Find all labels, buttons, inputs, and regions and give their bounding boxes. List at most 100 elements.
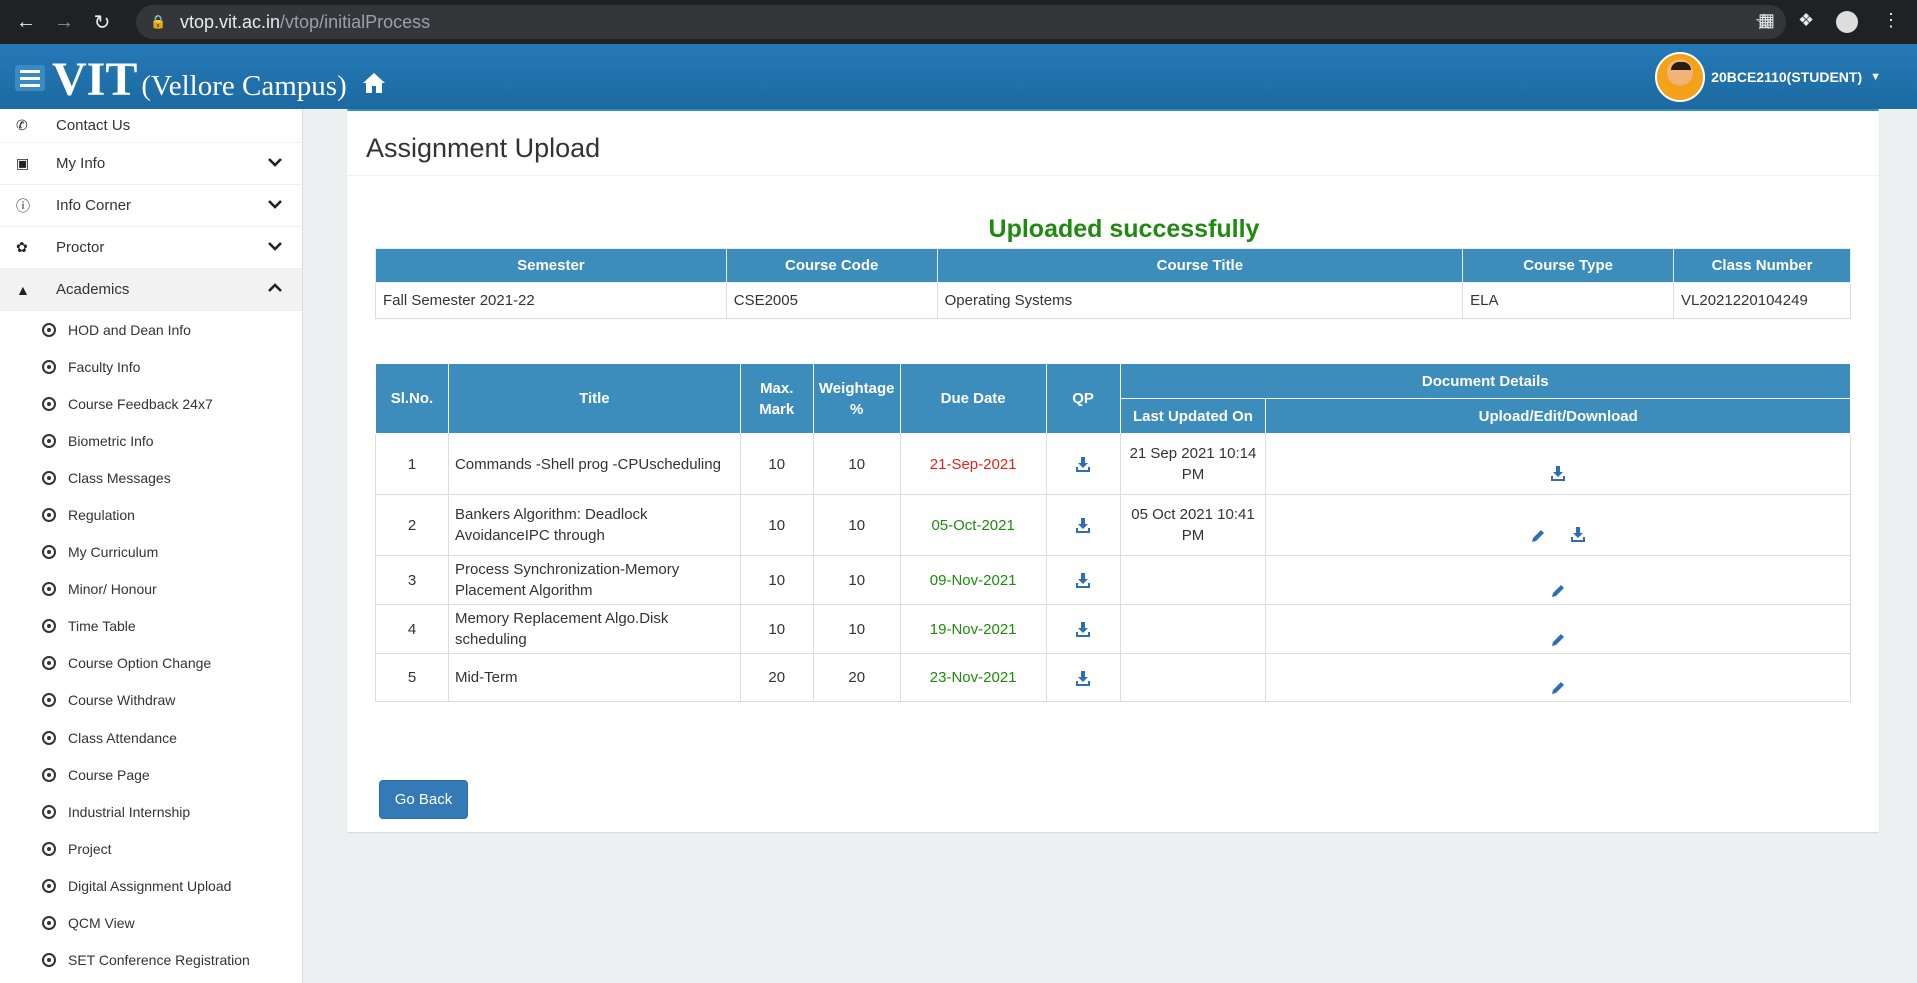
- user-menu[interactable]: 20BCE2110(STUDENT) ▼: [1655, 52, 1881, 102]
- sidebar-subitem[interactable]: Faculty Info: [0, 348, 302, 385]
- caret-down-icon: ▼: [1870, 71, 1881, 83]
- course-title-cell: Operating Systems: [936, 282, 1464, 319]
- assignment-panel: Assignment Upload Uploaded successfully …: [347, 109, 1879, 832]
- column-header: QP: [1045, 363, 1121, 434]
- circle-dot-icon: [42, 619, 56, 634]
- upload-actions: [1272, 579, 1844, 600]
- sidebar-subitem-label: Industrial Internship: [68, 803, 191, 820]
- sidebar-item-my-info[interactable]: ▣ My Info: [0, 143, 302, 185]
- page-title: Assignment Upload: [366, 133, 601, 163]
- circle-dot-icon: [42, 433, 56, 448]
- info-icon: ⓘ: [16, 197, 30, 214]
- download-icon[interactable]: [1571, 527, 1586, 543]
- sidebar-subitem[interactable]: Class Messages: [0, 459, 302, 496]
- sidebar-item-label: Academics: [56, 281, 130, 298]
- sidebar-subitem[interactable]: Project: [0, 830, 302, 867]
- go-back-button[interactable]: Go Back: [379, 780, 468, 819]
- due-date-cell: 05-Oct-2021: [899, 494, 1047, 556]
- download-icon[interactable]: [1551, 466, 1566, 482]
- sidebar-item-academics[interactable]: ▲ Academics: [0, 269, 302, 311]
- sidebar-subitem[interactable]: SET Conference Registration: [0, 942, 302, 979]
- menu-icon[interactable]: ⋮: [1882, 10, 1900, 31]
- download-icon[interactable]: [1076, 670, 1091, 686]
- sidebar-subitem[interactable]: Course Page: [0, 756, 302, 793]
- circle-dot-icon: [42, 730, 56, 745]
- due-date-cell: 23-Nov-2021: [899, 653, 1047, 702]
- sidebar-subitem[interactable]: QCM View: [0, 905, 302, 942]
- sidebar-item-info-corner[interactable]: ⓘ Info Corner: [0, 185, 302, 227]
- lock-icon: 🔒: [150, 14, 167, 29]
- max-mark-cell: 10: [739, 433, 814, 495]
- sidebar-subitem[interactable]: My Curriculum: [0, 534, 302, 571]
- download-icon[interactable]: [1076, 573, 1091, 589]
- sidebar-item-proctor[interactable]: ✿ Proctor: [0, 227, 302, 269]
- circle-dot-icon: [42, 804, 56, 819]
- sidebar-subitem-label: Digital Assignment Upload: [68, 877, 232, 894]
- sidebar-subitem-label: HOD and Dean Info: [68, 321, 191, 338]
- table-row: 4 Memory Replacement Algo.Disk scheduling…: [375, 604, 1851, 654]
- user-id: 20BCE2110(STUDENT): [1711, 69, 1863, 85]
- sidebar-subitem[interactable]: Course Withdraw: [0, 682, 302, 719]
- column-header: Last Updated On: [1119, 398, 1267, 434]
- back-icon[interactable]: ←: [14, 10, 38, 34]
- reload-icon[interactable]: ↻: [90, 10, 114, 34]
- table-header-row: Semester Course Code Course Title Course…: [375, 248, 1851, 283]
- brand-campus: (Vellore Campus): [141, 70, 347, 102]
- sidebar-subitem[interactable]: Course Option Change: [0, 645, 302, 682]
- title-cell: Process Synchronization-Memory Placement…: [447, 555, 741, 605]
- course-code-cell: CSE2005: [725, 282, 938, 319]
- sidebar-subitem[interactable]: Industrial Internship: [0, 793, 302, 830]
- circle-dot-icon: [42, 322, 56, 337]
- title-cell: Bankers Algorithm: Deadlock AvoidanceIPC…: [447, 494, 741, 556]
- sidebar-subitem[interactable]: Digital Assignment Upload: [0, 867, 302, 904]
- pencil-icon[interactable]: [1551, 680, 1565, 695]
- column-header: Max. Mark: [739, 363, 814, 434]
- sidebar-subitem[interactable]: Regulation: [0, 496, 302, 533]
- assignment-table: Sl.No. Title Max. Mark Weightage % Due D…: [375, 363, 1852, 702]
- hamburger-icon[interactable]: [15, 65, 45, 91]
- last-updated-cell: 05 Oct 2021 10:41 PM: [1119, 494, 1267, 556]
- phone-icon: ✆: [16, 117, 28, 133]
- puzzle-icon[interactable]: ❖: [1798, 10, 1814, 31]
- table-row: 5 Mid-Term 20 20 23-Nov-2021: [375, 653, 1851, 702]
- sidebar: ✆ Contact Us ▣ My Info ⓘ Info Corner ✿ P…: [0, 109, 303, 983]
- pencil-icon[interactable]: [1551, 632, 1565, 646]
- sidebar-subitem[interactable]: Time Table: [0, 608, 302, 645]
- pencil-icon[interactable]: [1551, 583, 1565, 597]
- success-message: Uploaded successfully: [988, 215, 1260, 243]
- browser-toolbar: ← → ↻ 🔒 vtop.vit.ac.in/vtop/initialProce…: [0, 0, 1917, 44]
- column-header: Sl.No.: [375, 363, 449, 434]
- table-row: 3 Process Synchronization-Memory Placemen…: [375, 555, 1851, 605]
- address-bar[interactable]: 🔒 vtop.vit.ac.in/vtop/initialProcess ☆: [136, 5, 1786, 39]
- sidebar-subitem[interactable]: Class Attendance: [0, 719, 302, 756]
- sidebar-subitem[interactable]: Biometric Info: [0, 422, 302, 459]
- sidebar-subitem-label: Course Page: [68, 766, 150, 783]
- divider: [347, 175, 1879, 176]
- upload-actions: [1272, 628, 1844, 649]
- column-header: Semester: [375, 248, 727, 283]
- sidebar-subitem[interactable]: HOD and Dean Info: [0, 311, 302, 348]
- download-icon[interactable]: [1076, 518, 1091, 534]
- sidebar-subitem-label: Minor/ Honour: [68, 581, 157, 598]
- sidebar-subitem[interactable]: Course Feedback 24x7: [0, 385, 302, 422]
- extension-icon[interactable]: ▦: [1758, 10, 1775, 31]
- download-icon[interactable]: [1076, 622, 1091, 638]
- pencil-icon[interactable]: [1531, 528, 1545, 542]
- download-icon[interactable]: [1076, 457, 1091, 473]
- briefcase-icon: ▣: [16, 155, 30, 171]
- weightage-cell: 10: [812, 494, 901, 556]
- sidebar-subitem-label: Biometric Info: [68, 432, 154, 449]
- home-icon[interactable]: [362, 72, 386, 94]
- sidebar-item-label: My Info: [56, 155, 106, 172]
- app-header: VIT (Vellore Campus) 20BCE2110(STUDENT) …: [0, 44, 1917, 109]
- forward-icon[interactable]: →: [52, 10, 76, 34]
- sidebar-subitem-label: Regulation: [68, 507, 135, 524]
- sidebar-subitem-label: Time Table: [68, 618, 136, 635]
- sidebar-subitem[interactable]: Minor/ Honour: [0, 571, 302, 608]
- sidebar-item-contact-us[interactable]: ✆ Contact Us: [0, 109, 302, 143]
- profile-icon[interactable]: [1836, 11, 1858, 33]
- sidebar-subitem-label: QCM View: [68, 915, 135, 932]
- circle-dot-icon: [42, 470, 56, 485]
- circle-dot-icon: [42, 953, 56, 968]
- column-header: Upload/Edit/Download: [1265, 398, 1851, 434]
